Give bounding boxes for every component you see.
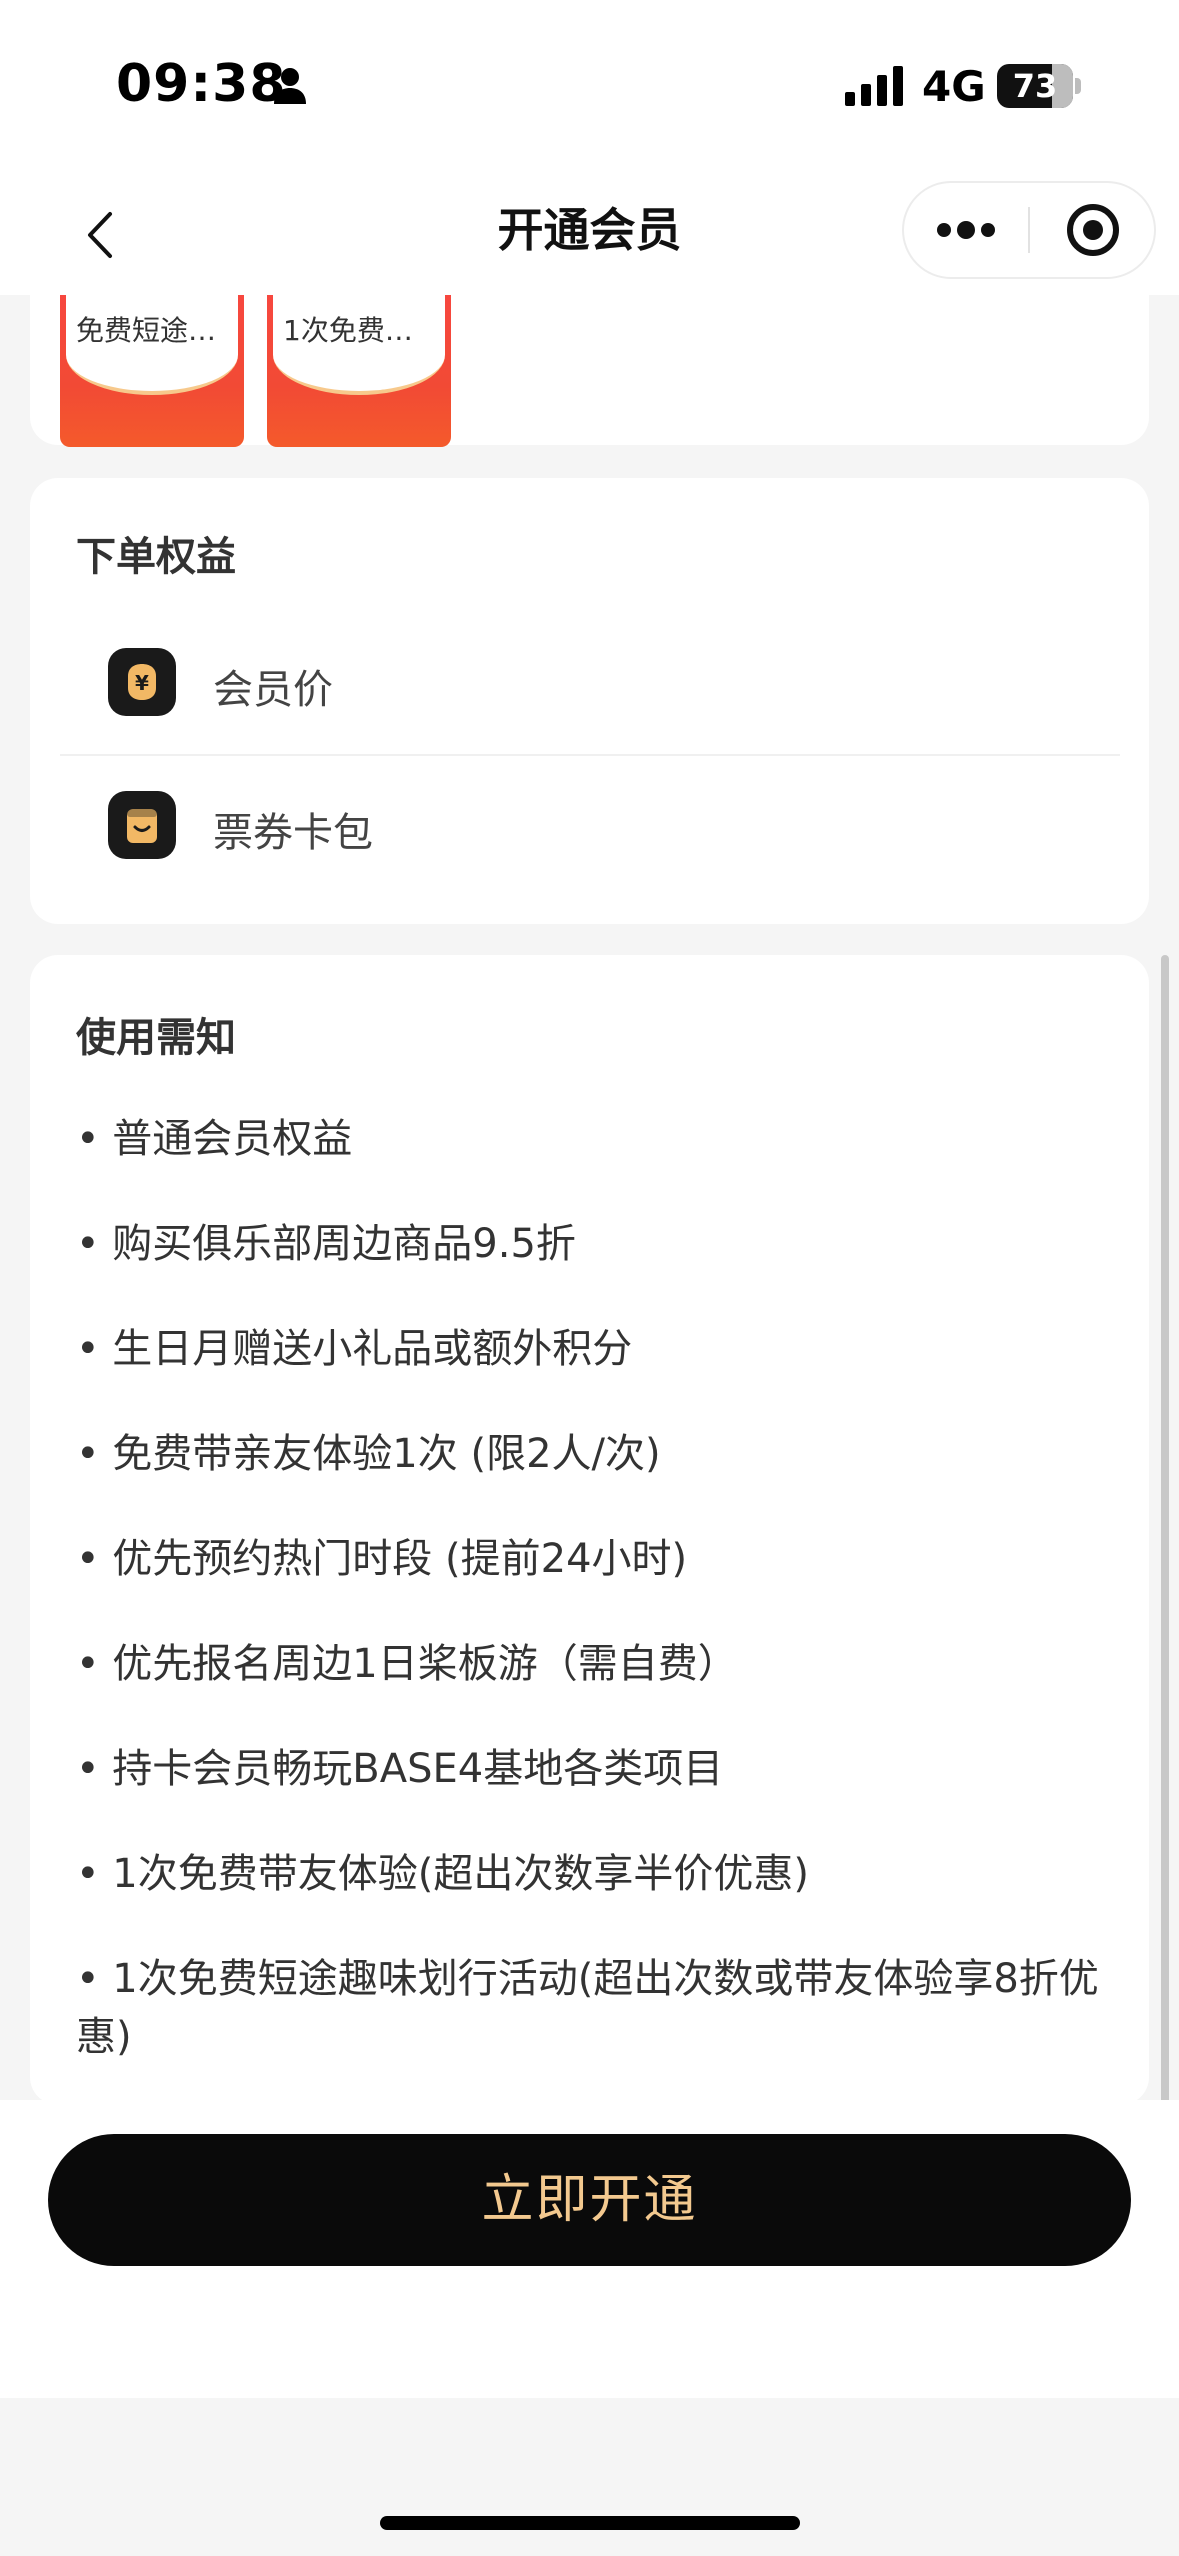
battery-level: 73 — [1012, 67, 1058, 105]
section-title: 使用需知 — [76, 1015, 236, 1061]
status-bar: 09:38 4G 73 — [0, 0, 1179, 175]
status-time: 09:38 — [116, 54, 287, 114]
scrollbar[interactable] — [1161, 955, 1169, 2160]
capsule-divider — [1028, 207, 1030, 253]
notice-item: • 生日月赠送小礼品或额外积分 — [76, 1326, 633, 1372]
signal-icon — [845, 66, 903, 106]
notice-item: • 优先报名周边1日桨板游（需自费） — [76, 1641, 738, 1687]
network-type: 4G — [922, 62, 986, 111]
battery-icon: 73 — [997, 64, 1081, 108]
order-benefits-card: 下单权益 ¥ 会员价 票券卡包 — [30, 478, 1149, 924]
person-icon — [274, 68, 306, 104]
notice-item: • 1次免费短途趣味划行活动(超出次数或带友体验享8折优惠) — [76, 1956, 1099, 2060]
nav-bar: 开通会员 — [0, 175, 1179, 295]
close-button[interactable] — [1032, 183, 1154, 277]
benefit-label: 会员价 — [213, 667, 333, 713]
svg-text:¥: ¥ — [135, 671, 149, 695]
more-button[interactable] — [904, 183, 1028, 277]
notice-item: • 1次免费带友体验(超出次数享半价优惠) — [76, 1851, 809, 1897]
notice-item: • 持卡会员畅玩BASE4基地各类项目 — [76, 1746, 724, 1792]
coupon-label: 1次免费… — [283, 314, 413, 347]
usage-notice-card: 使用需知 • 普通会员权益 • 购买俱乐部周边商品9.5折 • 生日月赠送小礼品… — [30, 955, 1149, 2105]
notice-item: • 普通会员权益 — [76, 1116, 353, 1162]
benefit-item-member-price[interactable]: ¥ 会员价 — [58, 613, 1118, 753]
benefit-label: 票券卡包 — [213, 810, 373, 856]
more-dots-icon — [937, 221, 995, 239]
back-button[interactable] — [60, 195, 140, 275]
open-membership-button[interactable]: 立即开通 — [48, 2134, 1131, 2266]
benefit-item-ticket-wallet[interactable]: 票券卡包 — [58, 756, 1118, 896]
chevron-left-icon — [88, 212, 112, 258]
bottom-action-bar: 立即开通 — [0, 2100, 1179, 2398]
target-close-icon — [1067, 204, 1119, 256]
notice-item: • 购买俱乐部周边商品9.5折 — [76, 1221, 576, 1267]
section-title: 下单权益 — [76, 534, 236, 580]
yen-icon: ¥ — [108, 648, 176, 716]
notice-item: • 优先预约热门时段 (提前24小时) — [76, 1536, 688, 1582]
mini-program-capsule — [902, 181, 1156, 279]
home-indicator[interactable] — [380, 2516, 800, 2530]
ticket-wallet-icon — [108, 791, 176, 859]
notice-item: • 免费带亲友体验1次 (限2人/次) — [76, 1431, 661, 1477]
coupon-label: 免费短途… — [76, 314, 217, 347]
